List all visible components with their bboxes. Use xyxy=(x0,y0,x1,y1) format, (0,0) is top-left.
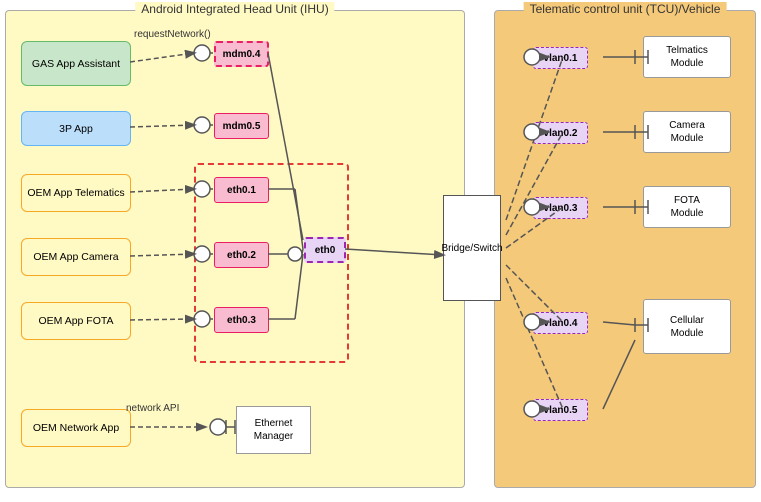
vlan02-box: vlan0.2 xyxy=(533,122,588,144)
mdm04-box: mdm0.4 xyxy=(214,41,269,67)
vlan01-box: vlan0.1 xyxy=(533,47,588,69)
network-api-label: network API xyxy=(126,403,179,414)
eth02-box: eth0.2 xyxy=(214,242,269,268)
fota-module: FOTAModule xyxy=(643,186,731,228)
eth01-box: eth0.1 xyxy=(214,177,269,203)
bridge-switch: Bridge/Switch xyxy=(443,195,501,301)
telmatics-module: TelmaticsModule xyxy=(643,36,731,78)
mdm05-box: mdm0.5 xyxy=(214,113,269,139)
tcu-panel: Telematic control unit (TCU)/Vehicle vla… xyxy=(494,10,756,488)
vlan05-box: vlan0.5 xyxy=(533,399,588,421)
gas-app-box: GAS App Assistant xyxy=(21,41,131,86)
cellular-module: CellularModule xyxy=(643,299,731,354)
ihu-title: Android Integrated Head Unit (IHU) xyxy=(135,2,334,16)
tcu-title: Telematic control unit (TCU)/Vehicle xyxy=(524,2,727,16)
3p-app-box: 3P App xyxy=(21,111,131,146)
ethernet-manager-box: EthernetManager xyxy=(236,406,311,454)
camera-module: CameraModule xyxy=(643,111,731,153)
eth03-box: eth0.3 xyxy=(214,307,269,333)
vlan04-box: vlan0.4 xyxy=(533,312,588,334)
oem-telematics-box: OEM App Telematics xyxy=(21,174,131,212)
eth0-box: eth0 xyxy=(304,237,346,263)
ihu-panel: Android Integrated Head Unit (IHU) GAS A… xyxy=(5,10,465,488)
vlan03-box: vlan0.3 xyxy=(533,197,588,219)
oem-fota-box: OEM App FOTA xyxy=(21,302,131,340)
oem-network-box: OEM Network App xyxy=(21,409,131,447)
oem-camera-box: OEM App Camera xyxy=(21,238,131,276)
request-network-label: requestNetwork() xyxy=(134,29,211,40)
